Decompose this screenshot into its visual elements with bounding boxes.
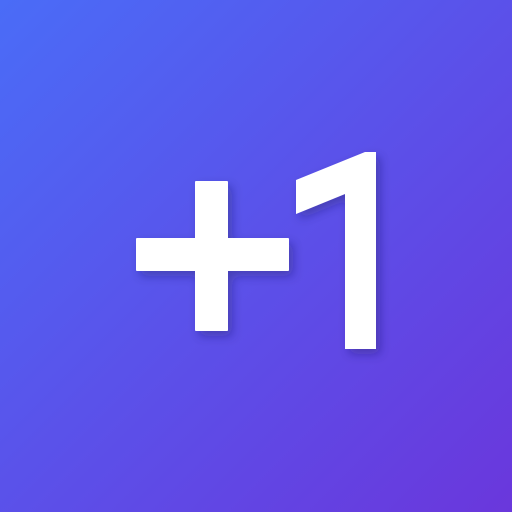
app-icon-background — [0, 0, 512, 512]
plus-one-icon — [136, 152, 376, 349]
digit-one — [296, 152, 376, 349]
plus-sign-horizontal — [136, 238, 289, 271]
